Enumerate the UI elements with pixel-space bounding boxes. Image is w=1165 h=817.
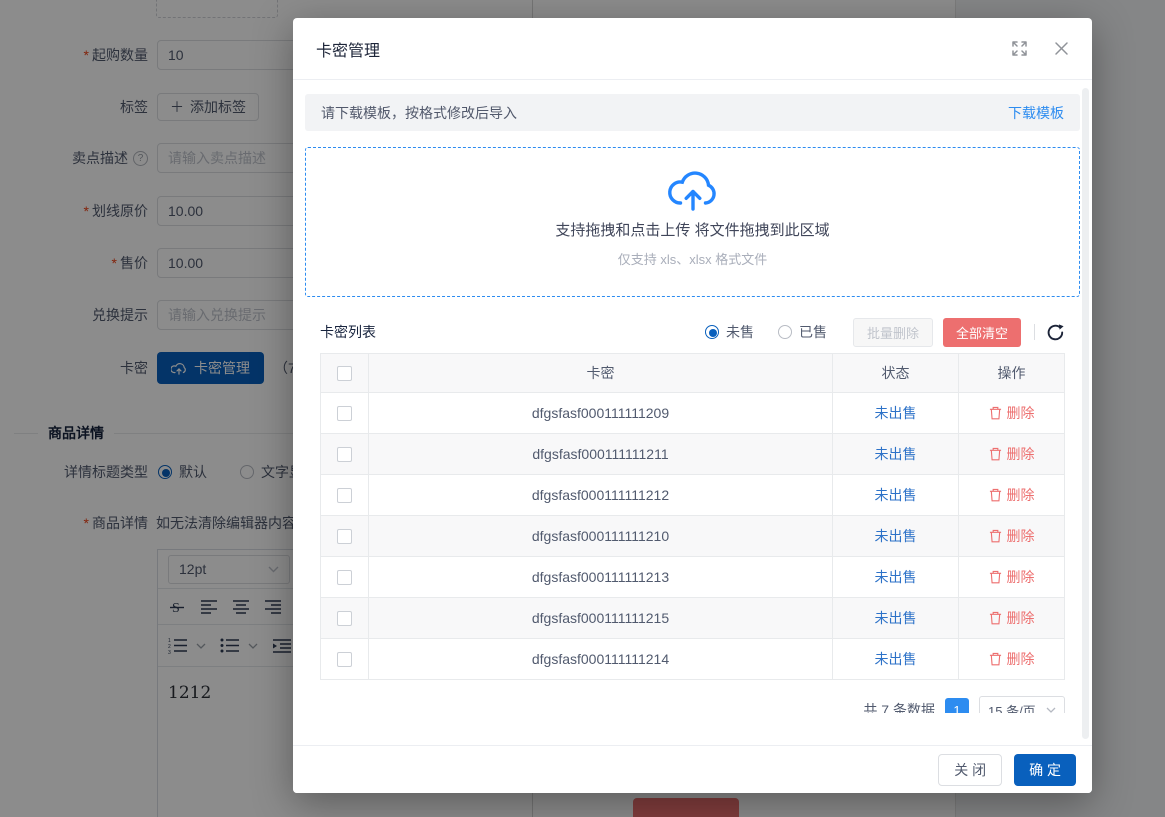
card-list-header: 卡密列表 未售 已售 批量删除 全部清空 xyxy=(320,317,1065,347)
status-cell: 未出售 xyxy=(833,393,959,434)
table-row: dfgsfasf000111111213 未出售 删除 xyxy=(321,557,1065,598)
code-cell: dfgsfasf000111111214 xyxy=(369,639,833,680)
status-cell: 未出售 xyxy=(833,557,959,598)
modal-header: 卡密管理 xyxy=(293,18,1092,80)
code-cell: dfgsfasf000111111212 xyxy=(369,475,833,516)
code-cell: dfgsfasf000111111209 xyxy=(369,393,833,434)
modal-footer: 关 闭 确 定 xyxy=(293,745,1092,793)
radio-icon xyxy=(778,325,792,339)
modal-body: 请下载模板，按格式修改后导入 下载模板 支持拖拽和点击上传 将文件拖拽到此区域 … xyxy=(293,81,1092,745)
row-checkbox[interactable] xyxy=(337,570,352,585)
row-checkbox[interactable] xyxy=(337,488,352,503)
delete-button[interactable]: 删除 xyxy=(959,393,1065,434)
table-row: dfgsfasf000111111211 未出售 删除 xyxy=(321,434,1065,475)
status-cell: 未出售 xyxy=(833,598,959,639)
confirm-button[interactable]: 确 定 xyxy=(1014,754,1076,786)
card-list-title: 卡密列表 xyxy=(320,322,376,342)
trash-icon xyxy=(989,570,1002,584)
fullscreen-icon[interactable] xyxy=(1011,40,1028,57)
clear-all-button[interactable]: 全部清空 xyxy=(943,318,1021,347)
header-status: 状态 xyxy=(833,354,959,393)
row-checkbox[interactable] xyxy=(337,406,352,421)
divider xyxy=(1034,324,1035,340)
delete-button[interactable]: 删除 xyxy=(959,598,1065,639)
table-row: dfgsfasf000111111215 未出售 删除 xyxy=(321,598,1065,639)
upload-main-text: 支持拖拽和点击上传 将文件拖拽到此区域 xyxy=(306,219,1079,240)
modal-scrollbar[interactable] xyxy=(1082,88,1089,739)
upload-dropzone[interactable]: 支持拖拽和点击上传 将文件拖拽到此区域 仅支持 xls、xlsx 格式文件 xyxy=(305,147,1080,297)
page-number-button[interactable]: 1 xyxy=(945,698,969,713)
close-icon[interactable] xyxy=(1054,41,1069,56)
table-row: dfgsfasf000111111212 未出售 删除 xyxy=(321,475,1065,516)
pagination-total: 共 7 条数据 xyxy=(863,700,935,713)
trash-icon xyxy=(989,611,1002,625)
row-checkbox[interactable] xyxy=(337,611,352,626)
table-row: dfgsfasf000111111214 未出售 删除 xyxy=(321,639,1065,680)
header-code: 卡密 xyxy=(369,354,833,393)
card-key-modal: 卡密管理 请下载模板，按格式修改后导入 下载模板 支持拖拽和点击上传 将文件拖拽… xyxy=(293,18,1092,793)
filter-unsold-radio[interactable]: 未售 xyxy=(705,322,754,342)
pagination: 共 7 条数据 1 15 条/页 xyxy=(320,696,1065,713)
row-checkbox[interactable] xyxy=(337,529,352,544)
code-cell: dfgsfasf000111111215 xyxy=(369,598,833,639)
code-cell: dfgsfasf000111111210 xyxy=(369,516,833,557)
delete-button[interactable]: 删除 xyxy=(959,475,1065,516)
chevron-down-icon xyxy=(1046,707,1056,713)
page-size-select[interactable]: 15 条/页 xyxy=(979,696,1065,713)
row-checkbox[interactable] xyxy=(337,447,352,462)
code-cell: dfgsfasf000111111211 xyxy=(369,434,833,475)
radio-icon xyxy=(705,325,719,339)
trash-icon xyxy=(989,488,1002,502)
trash-icon xyxy=(989,447,1002,461)
delete-button[interactable]: 删除 xyxy=(959,557,1065,598)
card-table-container: 卡密 状态 操作 dfgsfasf000111111209 未出售 删除 dfg xyxy=(320,353,1065,713)
delete-button[interactable]: 删除 xyxy=(959,516,1065,557)
status-cell: 未出售 xyxy=(833,434,959,475)
download-template-link[interactable]: 下载模板 xyxy=(1008,103,1064,123)
trash-icon xyxy=(989,529,1002,543)
template-notice-bar: 请下载模板，按格式修改后导入 下载模板 xyxy=(305,94,1080,131)
close-button[interactable]: 关 闭 xyxy=(938,754,1002,786)
trash-icon xyxy=(989,652,1002,666)
table-header-row: 卡密 状态 操作 xyxy=(321,354,1065,393)
status-cell: 未出售 xyxy=(833,516,959,557)
header-action: 操作 xyxy=(959,354,1065,393)
refresh-icon[interactable] xyxy=(1046,323,1065,342)
status-cell: 未出售 xyxy=(833,639,959,680)
delete-button[interactable]: 删除 xyxy=(959,434,1065,475)
table-row: dfgsfasf000111111209 未出售 删除 xyxy=(321,393,1065,434)
upload-cloud-icon xyxy=(306,167,1079,217)
filter-sold-radio[interactable]: 已售 xyxy=(778,322,827,342)
select-all-checkbox[interactable] xyxy=(337,366,352,381)
modal-title: 卡密管理 xyxy=(316,37,985,61)
notice-text: 请下载模板，按格式修改后导入 xyxy=(321,103,517,123)
batch-delete-button[interactable]: 批量删除 xyxy=(853,318,933,347)
card-table: 卡密 状态 操作 dfgsfasf000111111209 未出售 删除 dfg xyxy=(320,353,1065,680)
delete-button[interactable]: 删除 xyxy=(959,639,1065,680)
upload-sub-text: 仅支持 xls、xlsx 格式文件 xyxy=(306,249,1079,268)
status-cell: 未出售 xyxy=(833,475,959,516)
trash-icon xyxy=(989,406,1002,420)
row-checkbox[interactable] xyxy=(337,652,352,667)
code-cell: dfgsfasf000111111213 xyxy=(369,557,833,598)
table-row: dfgsfasf000111111210 未出售 删除 xyxy=(321,516,1065,557)
